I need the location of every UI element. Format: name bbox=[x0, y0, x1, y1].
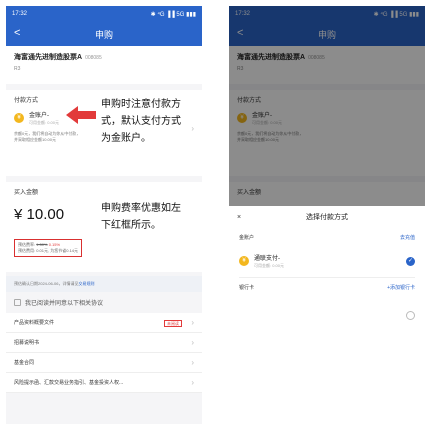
close-icon[interactable]: × bbox=[237, 214, 241, 221]
fund-name: 海富通先进制造股票A bbox=[14, 54, 83, 61]
fund-code: 008085 bbox=[85, 55, 102, 61]
add-card-link[interactable]: +添加银行卡 bbox=[387, 284, 415, 291]
gold-account-header: 金账户 去充值 bbox=[229, 228, 425, 247]
red-arrow-icon bbox=[66, 106, 96, 124]
payment-method: 金账户- bbox=[29, 113, 49, 119]
doc-label: 风险提示函、汇款交易业务指引、基金投资人权... bbox=[14, 380, 124, 386]
amount-label: 买入金额 bbox=[14, 190, 39, 196]
coin-icon: ¥ bbox=[14, 113, 24, 123]
agreement-text: 我已阅读并同意以下相关协议 bbox=[25, 301, 104, 307]
doc-label: 产品资料概要文件 bbox=[14, 320, 55, 326]
coin-icon: ¥ bbox=[239, 256, 249, 266]
radio-icon[interactable] bbox=[406, 311, 415, 320]
payment-note: 余额0元，我们将自动为你从中付款，并采取相应金额10.00元 bbox=[14, 131, 81, 142]
chevron-right-icon[interactable]: › bbox=[191, 124, 194, 133]
rate-annotation: 申购费率优惠如左下红框所示。 bbox=[101, 203, 181, 231]
rate-discounted: 0.15% bbox=[48, 242, 61, 247]
payment-option[interactable]: ¥ 通联支付- 可用金额: 0.00元 ✓ bbox=[229, 247, 425, 277]
chevron-right-icon: › bbox=[191, 378, 194, 387]
status-bar: 17:32 ✱ ⁴G ▐▐ 5G ▮▮▮ bbox=[6, 6, 202, 22]
confirm-date: 预估确认日期2024-06-06，详情请见交易规则 bbox=[6, 276, 202, 292]
fund-card: 海富通先进制造股票A 008085 R3 bbox=[6, 46, 202, 84]
rate-original: 1.50% bbox=[36, 242, 48, 247]
bank-card-option[interactable] bbox=[229, 297, 425, 327]
status-time: 17:32 bbox=[12, 11, 28, 17]
agreement-checkbox[interactable] bbox=[14, 299, 21, 306]
fee-line: 预估费用: 0.01元, 为您节省0.14元 bbox=[18, 248, 79, 253]
fund-name-row: 海富通先进制造股票A 008085 bbox=[14, 52, 194, 62]
bank-card-label: 银行卡 bbox=[239, 285, 255, 291]
sheet-header: × 选择付款方式 bbox=[229, 206, 425, 228]
check-icon[interactable]: ✓ bbox=[406, 257, 415, 266]
payment-sheet: × 选择付款方式 金账户 去充值 ¥ 通联支付- 可用金额: 0.00元 ✓ 银… bbox=[229, 206, 425, 424]
fund-risk: R3 bbox=[14, 66, 21, 72]
sheet-title: 选择付款方式 bbox=[306, 214, 348, 221]
recharge-link[interactable]: 去充值 bbox=[400, 234, 415, 241]
chevron-right-icon: › bbox=[191, 358, 194, 367]
page-title: 申购 bbox=[94, 29, 113, 40]
doc-item[interactable]: 产品资料概要文件 未阅读 › bbox=[6, 313, 202, 333]
payment-select-screen: 17:32 ✱ ⁴G ▐▐ 5G ▮▮▮ < 申购 海富通先进制造股票A 0080… bbox=[229, 6, 425, 424]
status-icons: ✱ ⁴G ▐▐ 5G ▮▮▮ bbox=[150, 11, 196, 18]
rate-prefix: 预估费率: bbox=[18, 242, 37, 247]
doc-label: 招募说明书 bbox=[14, 340, 40, 346]
payment-annotation: 申购时注意付款方式，默认支付方式为金账户。 bbox=[101, 99, 181, 144]
chevron-right-icon: › bbox=[191, 318, 194, 327]
trade-rules-link[interactable]: 交易规则 bbox=[78, 281, 94, 286]
back-icon[interactable]: < bbox=[14, 27, 20, 39]
rate-box: 预估费率: 1.50% 0.15% 预估费用: 0.01元, 为您节省0.14元 bbox=[14, 239, 83, 257]
option-balance: 可用金额: 0.00元 bbox=[254, 263, 285, 268]
option-name: 通联支付- bbox=[254, 256, 280, 262]
gold-account-label: 金账户 bbox=[239, 235, 255, 241]
doc-item[interactable]: 基金合同 › bbox=[6, 353, 202, 373]
confirm-date-text: 预估确认日期2024-06-06，详情请见 bbox=[14, 281, 79, 286]
unread-badge: 未阅读 bbox=[164, 320, 182, 327]
doc-item[interactable]: 风险提示函、汇款交易业务指引、基金投资人权... › bbox=[6, 373, 202, 393]
agreement-row[interactable]: 我已阅读并同意以下相关协议 bbox=[6, 292, 202, 313]
payment-balance: 可用金额: 0.00元 bbox=[29, 120, 60, 125]
doc-item[interactable]: 招募说明书 › bbox=[6, 333, 202, 353]
chevron-right-icon: › bbox=[191, 338, 194, 347]
doc-label: 基金合同 bbox=[14, 360, 35, 366]
bank-card-header: 银行卡 +添加银行卡 bbox=[229, 278, 425, 297]
nav-bar: < 申购 bbox=[6, 22, 202, 46]
